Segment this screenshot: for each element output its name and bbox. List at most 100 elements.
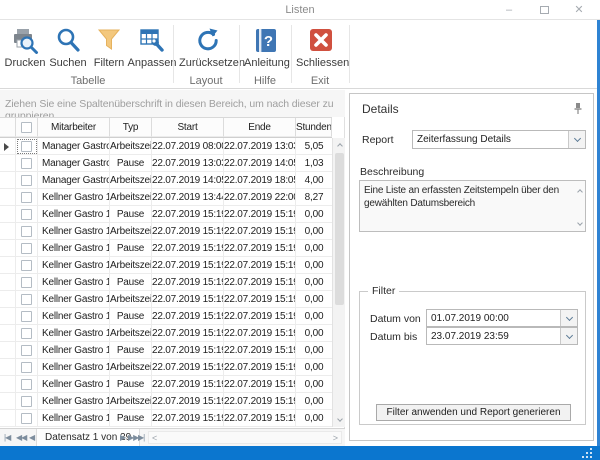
row-checkbox[interactable] — [21, 294, 32, 305]
maximize-button[interactable] — [537, 3, 551, 17]
nav-prev-page-button[interactable]: ◀◀ — [16, 433, 26, 442]
datum-bis-value: 23.07.2019 23:59 — [431, 331, 509, 342]
cell-ende: 22.07.2019 22:00 — [224, 189, 296, 206]
report-dropdown[interactable]: Zeiterfassung Details — [412, 130, 586, 149]
table-row[interactable]: Kellner Gastro 1Pause22.07.2019 15:1922.… — [0, 206, 332, 223]
table-row[interactable]: Kellner Gastro 1Pause22.07.2019 15:1922.… — [0, 410, 332, 427]
nav-prev-button[interactable]: ◀ — [29, 433, 34, 442]
row-checkbox[interactable] — [21, 141, 32, 152]
row-checkbox-cell[interactable] — [16, 359, 38, 376]
row-checkbox[interactable] — [21, 328, 32, 339]
row-checkbox[interactable] — [21, 413, 32, 424]
table-row[interactable]: Kellner Gastro 1Pause22.07.2019 15:1922.… — [0, 240, 332, 257]
table-row[interactable]: Kellner Gastro 1Arbeitszeit22.07.2019 13… — [0, 189, 332, 206]
textarea-scroll-down-icon[interactable] — [578, 216, 582, 229]
dropdown-button[interactable] — [568, 131, 585, 148]
column-header-ende[interactable]: Ende — [224, 118, 296, 137]
datum-von-dropdown[interactable]: 01.07.2019 00:00 — [426, 309, 578, 327]
textarea-scroll-up-icon[interactable] — [578, 185, 582, 198]
row-checkbox[interactable] — [21, 345, 32, 356]
select-all-checkbox[interactable] — [21, 122, 32, 133]
row-checkbox[interactable] — [21, 379, 32, 390]
anpassen-button[interactable]: Anpassen — [126, 25, 178, 73]
table-row[interactable]: Kellner Gastro 1Pause22.07.2019 15:1922.… — [0, 274, 332, 291]
row-checkbox-cell[interactable] — [16, 206, 38, 223]
minimize-button[interactable]: – — [502, 3, 516, 17]
scrollbar-thumb[interactable] — [335, 153, 344, 305]
column-header-start[interactable]: Start — [152, 118, 224, 137]
scroll-down-icon[interactable] — [333, 414, 346, 427]
row-checkbox[interactable] — [21, 260, 32, 271]
row-checkbox[interactable] — [21, 243, 32, 254]
row-checkbox-cell[interactable] — [16, 308, 38, 325]
nav-next-button[interactable]: ▶ — [120, 433, 125, 442]
table-row[interactable]: Kellner Gastro 1Arbeitszeit22.07.2019 15… — [0, 291, 332, 308]
row-checkbox-cell[interactable] — [16, 257, 38, 274]
vertical-scrollbar[interactable] — [332, 138, 345, 427]
row-checkbox[interactable] — [21, 311, 32, 322]
table-row[interactable]: Manager GastroArbeitszeit22.07.2019 14:0… — [0, 172, 332, 189]
row-checkbox-cell[interactable] — [16, 172, 38, 189]
row-checkbox-cell[interactable] — [16, 274, 38, 291]
table-row[interactable]: Kellner Gastro 1Pause22.07.2019 15:1922.… — [0, 376, 332, 393]
nav-next-page-button[interactable]: ▶▶ — [128, 433, 138, 442]
nav-first-button[interactable]: |◀ — [4, 433, 10, 442]
row-checkbox-cell[interactable] — [16, 376, 38, 393]
column-header-stunden[interactable]: Stunden — [296, 118, 332, 137]
drucken-button[interactable]: Drucken — [3, 25, 47, 73]
row-checkbox[interactable] — [21, 175, 32, 186]
schliessen-button[interactable]: Schliessen — [296, 25, 346, 73]
cell-typ: Pause — [110, 308, 152, 325]
horizontal-scrollbar[interactable]: < > — [148, 431, 342, 444]
row-checkbox-cell[interactable] — [16, 189, 38, 206]
filtern-button[interactable]: Filtern — [89, 25, 129, 73]
datum-bis-dropdown[interactable]: 23.07.2019 23:59 — [426, 327, 578, 345]
dropdown-button[interactable] — [560, 310, 577, 326]
column-header-mitarbeiter[interactable]: Mitarbeiter — [38, 118, 110, 137]
header-checkbox-cell[interactable] — [16, 118, 38, 137]
close-button[interactable]: ✕ — [572, 3, 586, 17]
row-checkbox-cell[interactable] — [16, 291, 38, 308]
row-checkbox-cell[interactable] — [16, 155, 38, 172]
table-row[interactable]: Manager GastroArbeitszeit22.07.2019 08:0… — [0, 138, 332, 155]
zuruecksetzen-button[interactable]: Zurücksetzen — [179, 25, 237, 73]
resize-grip[interactable] — [582, 450, 592, 458]
row-checkbox[interactable] — [21, 158, 32, 169]
row-checkbox-cell[interactable] — [16, 393, 38, 410]
hscroll-right-icon[interactable]: > — [333, 433, 338, 443]
row-checkbox[interactable] — [21, 277, 32, 288]
row-checkbox-cell[interactable] — [16, 138, 38, 155]
row-checkbox[interactable] — [21, 362, 32, 373]
table-row[interactable]: Kellner Gastro 1Arbeitszeit22.07.2019 15… — [0, 393, 332, 410]
row-checkbox-cell[interactable] — [16, 342, 38, 359]
table-row[interactable]: Kellner Gastro 1Pause22.07.2019 15:1922.… — [0, 308, 332, 325]
table-row[interactable]: Manager GastroPause22.07.2019 13:0322.07… — [0, 155, 332, 172]
table-row[interactable]: Kellner Gastro 1Arbeitszeit22.07.2019 15… — [0, 223, 332, 240]
scroll-up-icon[interactable] — [333, 138, 346, 151]
nav-last-button[interactable]: ▶| — [138, 433, 144, 442]
row-checkbox[interactable] — [21, 396, 32, 407]
table-row[interactable]: Kellner Gastro 1Arbeitszeit22.07.2019 15… — [0, 257, 332, 274]
cell-typ: Arbeitszeit — [110, 257, 152, 274]
row-checkbox-cell[interactable] — [16, 240, 38, 257]
dropdown-button[interactable] — [560, 328, 577, 344]
column-header-typ[interactable]: Typ — [110, 118, 152, 137]
anleitung-button[interactable]: ? Anleitung — [244, 25, 288, 73]
row-checkbox-cell[interactable] — [16, 223, 38, 240]
table-row[interactable]: Kellner Gastro 1Arbeitszeit22.07.2019 15… — [0, 359, 332, 376]
table-row[interactable]: Kellner Gastro 1Arbeitszeit22.07.2019 15… — [0, 325, 332, 342]
row-checkbox-cell[interactable] — [16, 410, 38, 427]
group-by-panel[interactable]: Ziehen Sie eine Spaltenüberschrift in di… — [0, 90, 345, 117]
row-checkbox[interactable] — [21, 192, 32, 203]
suchen-button[interactable]: Suchen — [47, 25, 89, 73]
hscroll-left-icon[interactable]: < — [152, 433, 157, 443]
pin-icon[interactable] — [573, 102, 583, 120]
cell-stunden: 4,00 — [296, 172, 332, 189]
row-checkbox[interactable] — [21, 226, 32, 237]
apply-filter-button[interactable]: Filter anwenden und Report generieren — [376, 404, 571, 421]
row-checkbox-cell[interactable] — [16, 325, 38, 342]
row-checkbox[interactable] — [21, 209, 32, 220]
table-row[interactable]: Kellner Gastro 1Pause22.07.2019 15:1922.… — [0, 342, 332, 359]
beschreibung-textarea[interactable]: Eine Liste an erfassten Zeitstempeln übe… — [359, 180, 586, 232]
cell-start: 22.07.2019 13:44 — [152, 189, 224, 206]
